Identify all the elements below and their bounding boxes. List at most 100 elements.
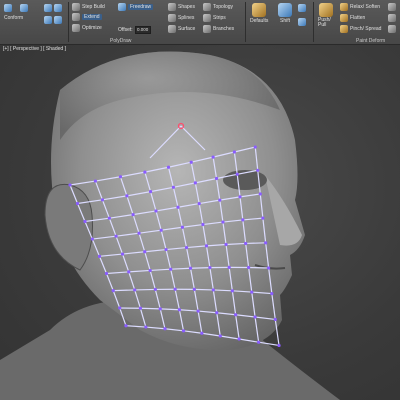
- strips-button[interactable]: Strips: [203, 14, 226, 22]
- mesh-vertex[interactable]: [180, 225, 184, 229]
- mesh-vertex[interactable]: [114, 234, 118, 238]
- mesh-vertex[interactable]: [177, 308, 181, 312]
- mesh-vertex[interactable]: [176, 205, 180, 209]
- mesh-vertex[interactable]: [197, 201, 201, 206]
- overflow3-button[interactable]: [388, 25, 396, 33]
- overflow2-button[interactable]: [388, 14, 396, 22]
- mesh-vertex[interactable]: [131, 213, 135, 217]
- mesh-vertex[interactable]: [218, 198, 222, 202]
- mesh-vertex[interactable]: [189, 160, 193, 164]
- mesh-vertex[interactable]: [137, 231, 141, 235]
- mesh-vertex[interactable]: [273, 317, 277, 322]
- mesh-vertex[interactable]: [238, 195, 242, 199]
- topology-button[interactable]: Topology: [203, 3, 233, 11]
- mesh-vertex[interactable]: [75, 201, 80, 206]
- mesh-vertex[interactable]: [258, 192, 262, 196]
- offset-value-field[interactable]: 0.000: [134, 26, 151, 34]
- mesh-vertex[interactable]: [188, 266, 193, 270]
- mesh-vertex[interactable]: [90, 237, 94, 241]
- mesh-vertex[interactable]: [230, 289, 234, 293]
- mesh-edge[interactable]: [245, 242, 266, 245]
- mesh-vertex[interactable]: [264, 241, 268, 245]
- shift-option2-button[interactable]: [298, 18, 306, 26]
- mesh-edge[interactable]: [190, 267, 210, 269]
- conform-alt-button[interactable]: [20, 4, 28, 12]
- flatten-button[interactable]: Flatten: [340, 14, 365, 22]
- optimize-bottom-button[interactable]: [44, 16, 62, 24]
- mesh-vertex[interactable]: [201, 222, 205, 227]
- mesh-vertex[interactable]: [193, 181, 197, 185]
- mesh-vertex[interactable]: [120, 252, 125, 256]
- mesh-vertex[interactable]: [125, 194, 129, 198]
- freedraw-button[interactable]: Freedraw: [118, 3, 154, 11]
- step-build-button[interactable]: Step Build: [72, 3, 105, 11]
- mesh-vertex[interactable]: [154, 209, 158, 213]
- mesh-vertex[interactable]: [244, 241, 248, 246]
- mesh-vertex[interactable]: [148, 268, 152, 273]
- mesh-edge[interactable]: [113, 289, 135, 292]
- mesh-vertex[interactable]: [173, 287, 177, 291]
- shapes-button[interactable]: Shapes: [168, 3, 195, 11]
- pinch-spread-button[interactable]: Pinch/ Spread: [340, 25, 381, 33]
- overflow-button[interactable]: [388, 3, 396, 11]
- mesh-vertex[interactable]: [247, 265, 251, 270]
- mesh-vertex[interactable]: [171, 185, 175, 189]
- mesh-vertex[interactable]: [267, 266, 271, 270]
- mesh-vertex[interactable]: [208, 266, 212, 270]
- mesh-vertex[interactable]: [211, 155, 215, 159]
- mesh-vertex[interactable]: [181, 329, 186, 333]
- mesh-vertex[interactable]: [143, 250, 147, 254]
- mesh-vertex[interactable]: [211, 288, 215, 292]
- branches-button[interactable]: Branches: [203, 25, 234, 33]
- splines-button[interactable]: Splines: [168, 14, 194, 22]
- offset-control[interactable]: Offset: 0.000: [118, 26, 151, 34]
- optimize-button[interactable]: Optimize: [72, 24, 102, 32]
- mesh-vertex[interactable]: [235, 172, 239, 176]
- head-model-render[interactable]: [0, 45, 400, 400]
- mesh-vertex[interactable]: [133, 288, 137, 292]
- mesh-vertex[interactable]: [166, 165, 171, 169]
- mesh-vertex[interactable]: [234, 313, 238, 317]
- mesh-vertex[interactable]: [270, 291, 274, 296]
- mesh-vertex[interactable]: [97, 254, 102, 258]
- mesh-vertex[interactable]: [127, 270, 131, 274]
- mesh-vertex[interactable]: [192, 287, 196, 291]
- mesh-vertex[interactable]: [227, 265, 231, 269]
- mesh-vertex[interactable]: [143, 170, 147, 174]
- mesh-vertex[interactable]: [250, 290, 254, 294]
- mesh-vertex[interactable]: [118, 175, 123, 179]
- mesh-vertex[interactable]: [204, 244, 209, 248]
- mesh-vertex[interactable]: [214, 176, 219, 181]
- mesh-vertex[interactable]: [257, 340, 261, 344]
- mesh-vertex[interactable]: [93, 179, 97, 183]
- mesh-vertex[interactable]: [261, 216, 265, 220]
- mesh-vertex[interactable]: [253, 315, 257, 319]
- mesh-vertex[interactable]: [83, 219, 87, 224]
- mesh-vertex[interactable]: [253, 145, 257, 149]
- mesh-vertex[interactable]: [104, 271, 109, 276]
- push-pull-button[interactable]: Push/ Pull: [318, 3, 334, 28]
- shift-option-button[interactable]: [298, 4, 306, 12]
- mesh-vertex[interactable]: [111, 289, 115, 293]
- mesh-vertex[interactable]: [218, 334, 222, 338]
- mesh-vertex[interactable]: [138, 306, 143, 310]
- mesh-vertex[interactable]: [100, 198, 105, 202]
- mesh-vertex[interactable]: [169, 267, 173, 271]
- mesh-vertex[interactable]: [159, 228, 163, 232]
- mesh-vertex[interactable]: [232, 150, 236, 154]
- mesh-vertex[interactable]: [215, 311, 219, 315]
- mesh-vertex[interactable]: [164, 247, 168, 252]
- mesh-vertex[interactable]: [148, 190, 153, 194]
- conform-button[interactable]: [4, 4, 12, 12]
- mesh-vertex[interactable]: [277, 343, 281, 348]
- mesh-edge[interactable]: [194, 288, 214, 291]
- mesh-vertex[interactable]: [256, 168, 260, 172]
- mesh-vertex[interactable]: [196, 309, 200, 313]
- extend-button[interactable]: Extend: [72, 13, 102, 21]
- mesh-vertex[interactable]: [200, 331, 204, 335]
- mesh-vertex[interactable]: [224, 242, 228, 247]
- mesh-vertex[interactable]: [158, 307, 162, 311]
- mesh-vertex[interactable]: [68, 183, 72, 187]
- mesh-vertex[interactable]: [124, 324, 128, 328]
- mesh-vertex[interactable]: [237, 337, 241, 341]
